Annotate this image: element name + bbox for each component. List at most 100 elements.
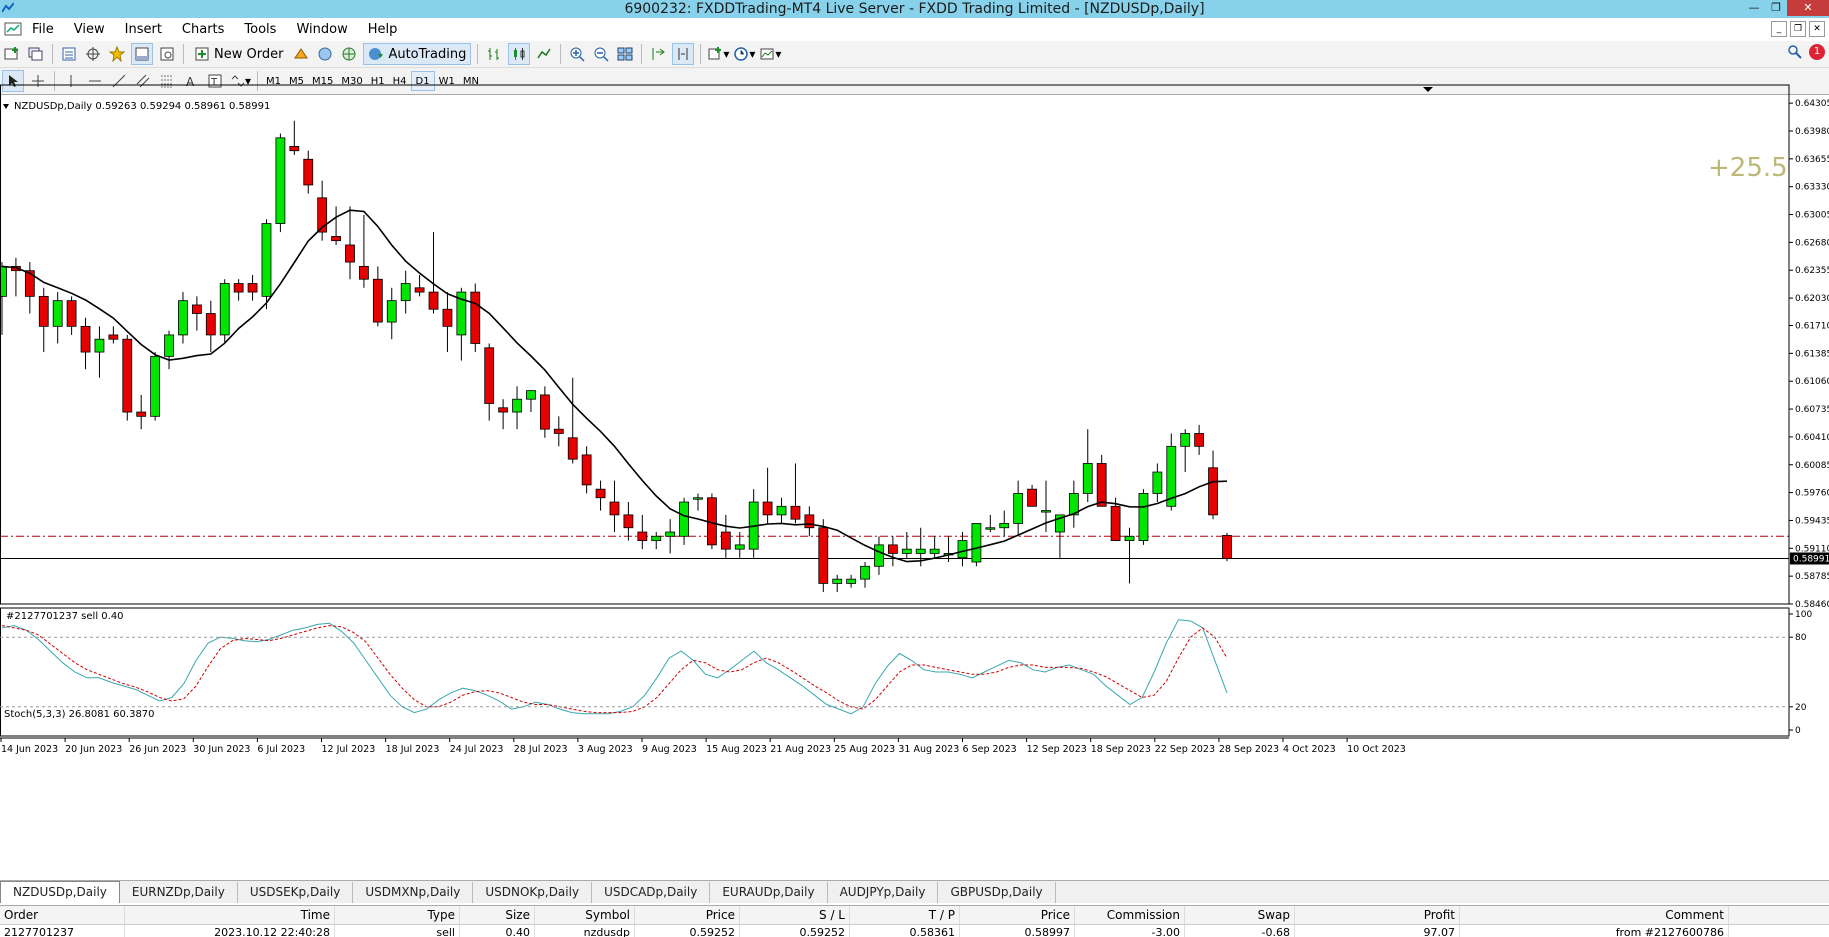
- market-button[interactable]: [339, 44, 359, 64]
- date-tick-label: 14 Jun 2023: [1, 744, 58, 755]
- menu-insert[interactable]: Insert: [115, 22, 172, 37]
- bear-candle: [442, 308, 453, 327]
- metaeditor-button[interactable]: [291, 44, 311, 64]
- close-button[interactable]: ✕: [1787, 0, 1829, 16]
- col-size[interactable]: Size: [460, 906, 535, 924]
- bear-candle: [470, 291, 481, 344]
- strategy-tester-button[interactable]: [157, 44, 177, 64]
- stoch-tick-label: 0: [1795, 726, 1801, 736]
- date-tick-label: 18 Jul 2023: [386, 744, 440, 755]
- price-tick-label: 0.63330: [1795, 183, 1829, 193]
- date-tick-label: 4 Oct 2023: [1283, 744, 1336, 755]
- new-order-icon: [195, 47, 209, 61]
- price-tick-label: 0.62355: [1795, 266, 1829, 276]
- menu-view[interactable]: View: [64, 22, 115, 37]
- mdi-restore-button[interactable]: ❐: [1790, 21, 1806, 37]
- cell-profit: 97.07: [1295, 925, 1460, 937]
- templates-button[interactable]: ▾: [759, 44, 781, 64]
- restore-button[interactable]: ❐: [1765, 0, 1787, 16]
- bear-candle: [720, 531, 731, 550]
- crosshair-target-icon: [86, 47, 100, 61]
- mdi-minimize-button[interactable]: _: [1771, 21, 1787, 37]
- tab-eurnzdp[interactable]: EURNZDp,Daily: [120, 882, 238, 903]
- terminal-button[interactable]: [131, 43, 153, 65]
- tab-nzdusdp[interactable]: NZDUSDp,Daily: [0, 881, 120, 903]
- tester-icon: [160, 47, 174, 61]
- tab-euraudp[interactable]: EURAUDp,Daily: [710, 882, 828, 903]
- minimize-button[interactable]: —: [1743, 0, 1765, 16]
- date-tick-label: 10 Oct 2023: [1347, 744, 1406, 755]
- tab-gbpusdp[interactable]: GBPUSDp,Daily: [938, 882, 1056, 903]
- menu-tools[interactable]: Tools: [234, 22, 286, 37]
- col-commission[interactable]: Commission: [1075, 906, 1185, 924]
- autotrading-button[interactable]: AutoTrading: [363, 43, 472, 65]
- tab-usdcadp[interactable]: USDCADp,Daily: [592, 882, 711, 903]
- auto-scroll-button[interactable]: [648, 44, 668, 64]
- chart-menu-icon[interactable]: [3, 104, 9, 109]
- chart-shift-marker[interactable]: [1423, 87, 1433, 92]
- col-swap[interactable]: Swap: [1185, 906, 1295, 924]
- menu-file[interactable]: File: [22, 22, 64, 37]
- bear-candle: [247, 283, 258, 293]
- search-icon[interactable]: [1787, 44, 1803, 60]
- candlestick-button[interactable]: [508, 43, 531, 65]
- terminal-header: Order Time Type Size Symbol Price S / L …: [0, 906, 1829, 925]
- data-window-button[interactable]: [83, 44, 103, 64]
- notification-badge[interactable]: 1: [1809, 44, 1825, 60]
- date-tick-label: 9 Aug 2023: [642, 744, 697, 755]
- tab-usdsekp[interactable]: USDSEKp,Daily: [238, 882, 354, 903]
- navigator-button[interactable]: [107, 44, 127, 64]
- new-chart-button[interactable]: [2, 44, 22, 64]
- date-tick-label: 6 Jul 2023: [257, 744, 305, 755]
- bull-candle: [874, 544, 884, 567]
- bear-candle: [303, 158, 314, 186]
- indicators-button[interactable]: ▾: [707, 44, 729, 64]
- zoom-out-button[interactable]: [591, 44, 611, 64]
- menu-charts[interactable]: Charts: [172, 22, 235, 37]
- col-profit[interactable]: Profit: [1295, 906, 1460, 924]
- stochastic-label: Stoch(5,3,3) 26.8081 60.3870: [4, 709, 155, 720]
- profiles-button[interactable]: [26, 44, 46, 64]
- tab-audjpyp[interactable]: AUDJPYp,Daily: [828, 882, 939, 903]
- bar-chart-button[interactable]: [484, 44, 504, 64]
- periods-button[interactable]: ▾: [733, 44, 755, 64]
- mdi-close-button[interactable]: ✕: [1809, 21, 1825, 37]
- date-tick-label: 15 Aug 2023: [706, 744, 767, 755]
- globe-icon: [342, 47, 356, 61]
- bull-candle: [957, 540, 968, 559]
- col-price[interactable]: Price: [635, 906, 740, 924]
- date-tick-label: 3 Aug 2023: [578, 744, 633, 755]
- metaeditor-icon: [294, 48, 309, 59]
- col-type[interactable]: Type: [335, 906, 460, 924]
- chart-document-icon[interactable]: [4, 22, 22, 36]
- col-comment[interactable]: Comment: [1460, 906, 1729, 924]
- col-stop-loss[interactable]: S / L: [740, 906, 850, 924]
- new-order-button[interactable]: New Order: [190, 44, 287, 64]
- tab-usdmxnp[interactable]: USDMXNp,Daily: [353, 882, 474, 903]
- date-tick-label: 20 Jun 2023: [65, 744, 122, 755]
- market-watch-button[interactable]: [59, 44, 79, 64]
- menu-help[interactable]: Help: [358, 22, 408, 37]
- table-row[interactable]: 2127701237 2023.10.12 22:40:28 sell 0.40…: [0, 925, 1829, 937]
- bull-candle: [693, 497, 703, 500]
- bear-candle: [818, 527, 829, 584]
- chart-shift-button[interactable]: [672, 43, 695, 65]
- zoom-in-button[interactable]: [567, 44, 587, 64]
- col-take-profit[interactable]: T / P: [850, 906, 960, 924]
- col-order[interactable]: Order: [0, 906, 125, 924]
- bull-candle: [915, 548, 926, 554]
- date-tick-label: 12 Sep 2023: [1027, 744, 1087, 755]
- bear-candle: [581, 454, 592, 486]
- date-tick-label: 18 Sep 2023: [1091, 744, 1151, 755]
- col-current-price[interactable]: Price: [960, 906, 1075, 924]
- tile-windows-button[interactable]: [615, 44, 635, 64]
- signals-button[interactable]: [315, 44, 335, 64]
- price-chart[interactable]: 0.64305 0.63980 0.63655 0.63330 0.63005 0.626…: [0, 84, 1829, 879]
- bear-candle: [1208, 467, 1218, 516]
- line-chart-button[interactable]: [534, 44, 554, 64]
- col-time[interactable]: Time: [125, 906, 335, 924]
- tab-usdnokp[interactable]: USDNOKp,Daily: [473, 882, 593, 903]
- menu-window[interactable]: Window: [286, 22, 357, 37]
- bear-candle: [80, 325, 91, 353]
- col-symbol[interactable]: Symbol: [535, 906, 635, 924]
